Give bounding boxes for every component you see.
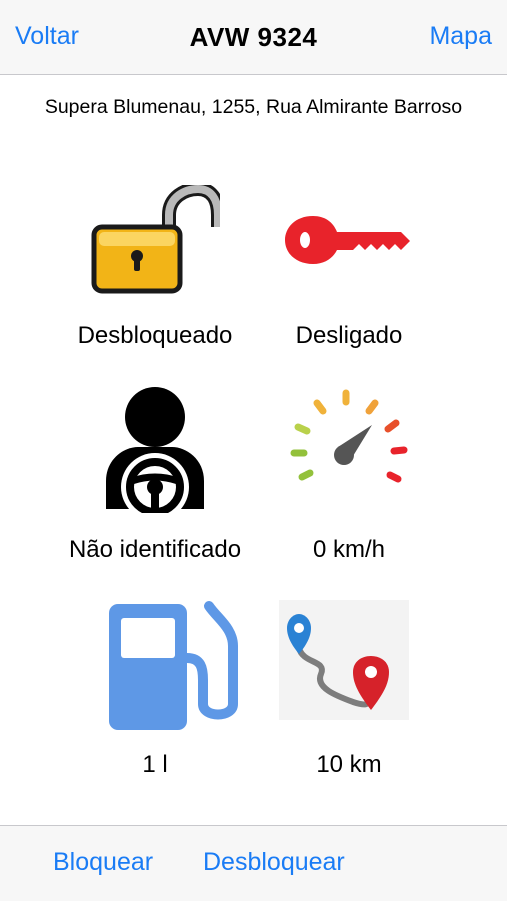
key-icon — [285, 216, 410, 264]
speed-status-label: 0 km/h — [312, 536, 386, 563]
bottom-toolbar: Bloquear Desbloquear — [0, 825, 507, 901]
speed-status-tile: 0 km/h — [229, 385, 469, 565]
ignition-status-label: Desligado — [295, 322, 403, 349]
vehicle-address: Supera Blumenau, 1255, Rua Almirante Bar… — [44, 96, 463, 118]
block-button[interactable]: Bloquear — [53, 848, 153, 877]
driver-steering-wheel-icon — [106, 387, 204, 513]
distance-status-label: 10 km — [316, 751, 382, 778]
ignition-status-tile: Desligado — [229, 185, 469, 355]
route-map-icon — [279, 600, 409, 720]
fuel-pump-icon — [109, 601, 238, 730]
speedometer-icon — [290, 389, 408, 483]
unblock-button[interactable]: Desbloquear — [203, 848, 345, 877]
navigation-bar: Voltar AVW 9324 Mapa — [0, 0, 507, 75]
distance-status-tile: 10 km — [229, 600, 469, 780]
map-button[interactable]: Mapa — [429, 22, 492, 51]
unlocked-padlock-icon — [91, 185, 220, 294]
